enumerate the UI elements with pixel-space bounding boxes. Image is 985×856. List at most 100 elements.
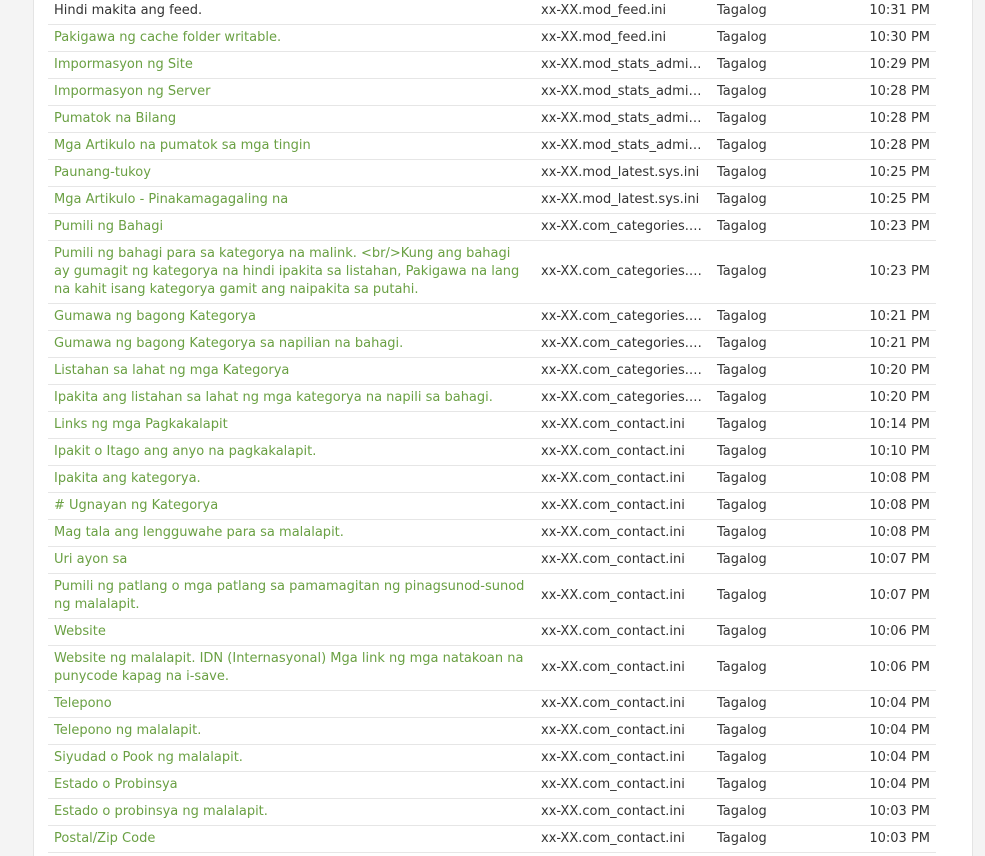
string-link[interactable]: Gumawa ng bagong Kategorya sa napilian n…: [54, 336, 403, 351]
table-row: Impormasyon ng Server xx-XX.mod_stats_adm…: [48, 78, 936, 106]
string-link[interactable]: Pumili ng bahagi para sa kategorya na ma…: [54, 246, 519, 297]
table-row: Mag tala ang lengguwahe para sa malalapi…: [48, 519, 936, 547]
string-link[interactable]: Ipakita ang kategorya.: [54, 471, 201, 486]
time-cell: 10:10 PM: [855, 438, 936, 466]
language-cell: Tagalog: [711, 519, 855, 547]
table-row: Website xx-XX.com_contact.ini Tagalog 10:06…: [48, 618, 936, 646]
time-cell: 10:21 PM: [855, 303, 936, 331]
time-cell: 10:06 PM: [855, 645, 936, 691]
table-row: Hindi makita ang feed. xx-XX.mod_feed.ini…: [48, 0, 936, 25]
string-link[interactable]: Pakigawa ng cache folder writable.: [54, 30, 281, 45]
translations-table-body: Hindi makita ang feed. xx-XX.mod_feed.ini…: [48, 0, 936, 853]
string-cell: Postal/Zip Code: [48, 825, 535, 853]
string-link[interactable]: Mga Artikulo - Pinakamagagaling na: [54, 192, 288, 207]
translations-panel: Hindi makita ang feed. xx-XX.mod_feed.ini…: [33, 0, 973, 856]
time-cell: 10:30 PM: [855, 24, 936, 52]
string-link[interactable]: Listahan sa lahat ng mga Kategorya: [54, 363, 289, 378]
file-cell: xx-XX.com_contact.ini: [535, 573, 711, 619]
string-link[interactable]: Paunang-tukoy: [54, 165, 151, 180]
file-cell: xx-XX.mod_feed.ini: [535, 24, 711, 52]
string-cell: Website: [48, 618, 535, 646]
string-cell: Telepono: [48, 690, 535, 718]
string-link[interactable]: # Ugnayan ng Kategorya: [54, 498, 218, 513]
table-row: Postal/Zip Code xx-XX.com_contact.ini Taga…: [48, 825, 936, 853]
time-cell: 10:23 PM: [855, 213, 936, 241]
language-cell: Tagalog: [711, 618, 855, 646]
language-cell: Tagalog: [711, 105, 855, 133]
time-cell: 10:25 PM: [855, 159, 936, 187]
file-cell: xx-XX.mod_stats_admin.ini: [535, 51, 711, 79]
file-cell: xx-XX.com_contact.ini: [535, 546, 711, 574]
table-row: Paunang-tukoy xx-XX.mod_latest.sys.ini Tag…: [48, 159, 936, 187]
time-cell: 10:07 PM: [855, 546, 936, 574]
time-cell: 10:21 PM: [855, 330, 936, 358]
string-link[interactable]: Mga Artikulo na pumatok sa mga tingin: [54, 138, 311, 153]
string-link[interactable]: Website: [54, 624, 106, 639]
language-cell: Tagalog: [711, 303, 855, 331]
string-link[interactable]: Siyudad o Pook ng malalapit.: [54, 750, 243, 765]
time-cell: 10:20 PM: [855, 357, 936, 385]
table-row: Mga Artikulo - Pinakamagagaling na xx-XX.…: [48, 186, 936, 214]
language-cell: Tagalog: [711, 0, 855, 25]
table-row: Ipakita ang kategorya. xx-XX.com_contact.…: [48, 465, 936, 493]
language-cell: Tagalog: [711, 384, 855, 412]
time-cell: 10:07 PM: [855, 573, 936, 619]
string-link[interactable]: Uri ayon sa: [54, 552, 127, 567]
table-row: Listahan sa lahat ng mga Kategorya xx-XX.…: [48, 357, 936, 385]
file-cell: xx-XX.com_categories.sys....: [535, 330, 711, 358]
table-row: Pumatok na Bilang xx-XX.mod_stats_admin.i…: [48, 105, 936, 133]
table-row: Website ng malalapit. IDN (Internasyonal…: [48, 645, 936, 691]
language-cell: Tagalog: [711, 573, 855, 619]
string-cell: Hindi makita ang feed.: [48, 0, 535, 25]
string-cell: Ipakita ang kategorya.: [48, 465, 535, 493]
string-link[interactable]: Impormasyon ng Server: [54, 84, 211, 99]
time-cell: 10:06 PM: [855, 618, 936, 646]
table-row: Links ng mga Pagkakalapit xx-XX.com_conta…: [48, 411, 936, 439]
file-cell: xx-XX.com_categories.sys....: [535, 384, 711, 412]
language-cell: Tagalog: [711, 240, 855, 304]
table-row: Ipakita ang listahan sa lahat ng mga kat…: [48, 384, 936, 412]
string-link[interactable]: Pumatok na Bilang: [54, 111, 176, 126]
string-link[interactable]: Ipakit o Itago ang anyo na pagkakalapit.: [54, 444, 316, 459]
string-cell: Impormasyon ng Server: [48, 78, 535, 106]
table-row: # Ugnayan ng Kategorya xx-XX.com_contact.…: [48, 492, 936, 520]
string-link[interactable]: Telepono: [54, 696, 112, 711]
string-cell: Siyudad o Pook ng malalapit.: [48, 744, 535, 772]
time-cell: 10:04 PM: [855, 744, 936, 772]
table-row: Gumawa ng bagong Kategorya xx-XX.com_cate…: [48, 303, 936, 331]
string-link[interactable]: Pumili ng Bahagi: [54, 219, 163, 234]
file-cell: xx-XX.com_contact.ini: [535, 690, 711, 718]
string-link[interactable]: Links ng mga Pagkakalapit: [54, 417, 228, 432]
table-row: Impormasyon ng Site xx-XX.mod_stats_admin…: [48, 51, 936, 79]
string-cell: Pumili ng bahagi para sa kategorya na ma…: [48, 240, 535, 304]
table-row: Estado o Probinsya xx-XX.com_contact.ini T…: [48, 771, 936, 799]
string-link[interactable]: Telepono ng malalapit.: [54, 723, 201, 738]
string-link[interactable]: Impormasyon ng Site: [54, 57, 193, 72]
string-link[interactable]: Ipakita ang listahan sa lahat ng mga kat…: [54, 390, 493, 405]
table-row: Pumili ng bahagi para sa kategorya na ma…: [48, 240, 936, 304]
language-cell: Tagalog: [711, 24, 855, 52]
language-cell: Tagalog: [711, 825, 855, 853]
string-link[interactable]: Mag tala ang lengguwahe para sa malalapi…: [54, 525, 344, 540]
string-link[interactable]: Postal/Zip Code: [54, 831, 155, 846]
file-cell: xx-XX.com_contact.ini: [535, 825, 711, 853]
string-link[interactable]: Gumawa ng bagong Kategorya: [54, 309, 256, 324]
language-cell: Tagalog: [711, 744, 855, 772]
language-cell: Tagalog: [711, 771, 855, 799]
string-link[interactable]: Website ng malalapit. IDN (Internasyonal…: [54, 651, 523, 684]
string-cell: Listahan sa lahat ng mga Kategorya: [48, 357, 535, 385]
time-cell: 10:04 PM: [855, 717, 936, 745]
time-cell: 10:08 PM: [855, 519, 936, 547]
language-cell: Tagalog: [711, 690, 855, 718]
string-link[interactable]: Estado o Probinsya: [54, 777, 178, 792]
string-cell: Pumatok na Bilang: [48, 105, 535, 133]
time-cell: 10:20 PM: [855, 384, 936, 412]
table-row: Telepono ng malalapit. xx-XX.com_contact.…: [48, 717, 936, 745]
table-row: Pakigawa ng cache folder writable. xx-XX.…: [48, 24, 936, 52]
file-cell: xx-XX.com_contact.ini: [535, 492, 711, 520]
string-link[interactable]: Estado o probinsya ng malalapit.: [54, 804, 268, 819]
string-cell: Pumili ng patlang o mga patlang sa pamam…: [48, 573, 535, 619]
string-link[interactable]: Pumili ng patlang o mga patlang sa pamam…: [54, 579, 524, 612]
string-cell: Links ng mga Pagkakalapit: [48, 411, 535, 439]
time-cell: 10:25 PM: [855, 186, 936, 214]
